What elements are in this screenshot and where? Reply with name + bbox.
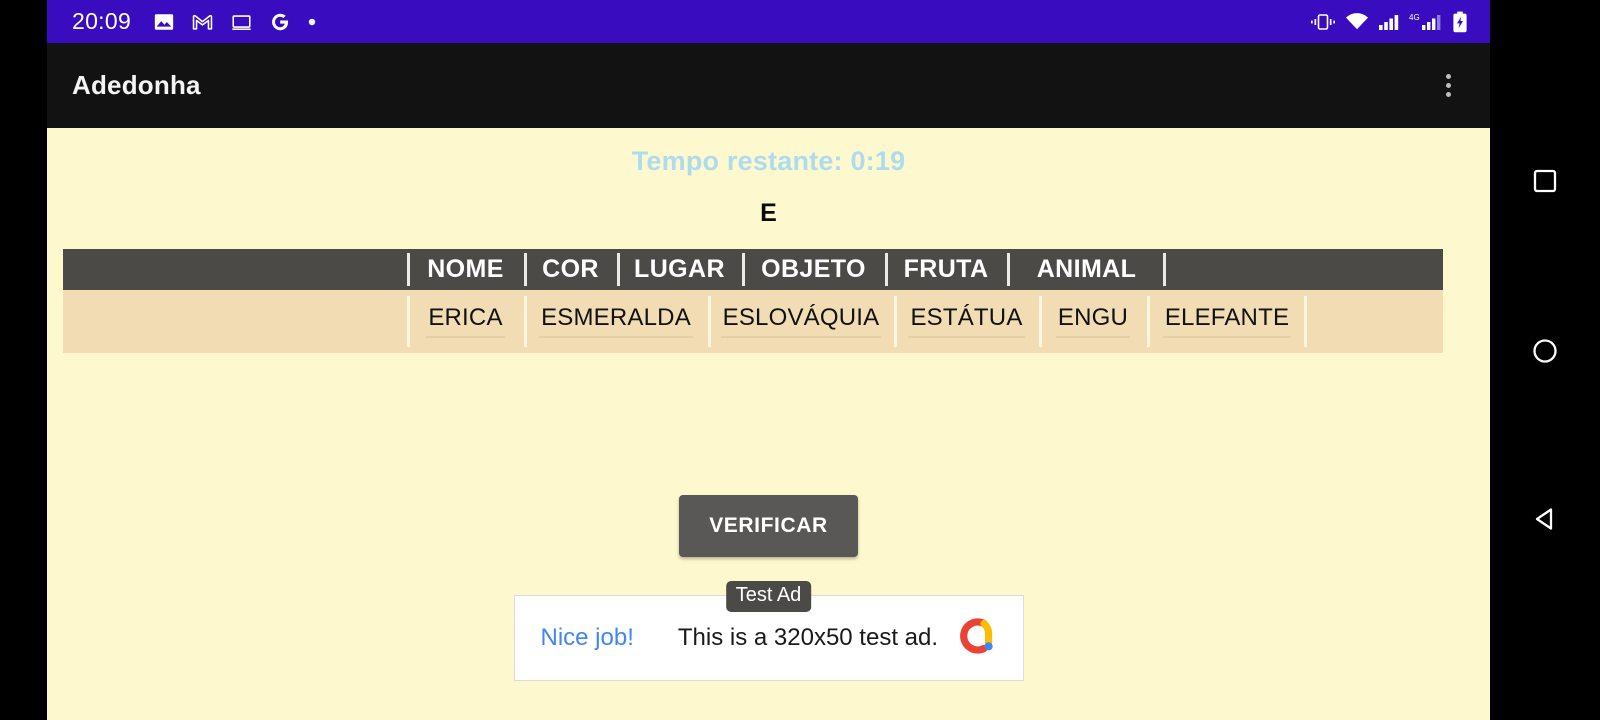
svg-text:4G: 4G xyxy=(1409,13,1420,22)
ad-test-badge: Test Ad xyxy=(725,581,812,612)
photos-icon xyxy=(153,11,175,33)
dot-icon xyxy=(307,17,317,27)
google-icon xyxy=(269,11,291,33)
gmail-icon xyxy=(191,11,214,33)
timer-label: Tempo restante: 0:19 xyxy=(631,146,906,176)
answer-input-animal[interactable]: ELEFANTE xyxy=(1162,304,1292,339)
column-header-lugar: LUGAR xyxy=(617,249,742,290)
ad-body-text: This is a 320x50 test ad. xyxy=(677,624,939,651)
table-input-row: ERICA ESMERALDA ESLOVÁQUIA ESTÁTUA ENGU … xyxy=(63,290,1443,353)
overflow-dot xyxy=(1445,83,1451,88)
answer-input-objeto[interactable]: ESTÁTUA xyxy=(908,304,1025,339)
recents-button[interactable] xyxy=(1532,168,1558,199)
verify-button[interactable]: VERIFICAR xyxy=(679,495,858,557)
column-header-animal: ANIMAL xyxy=(1007,249,1166,290)
system-navigation-bar xyxy=(1490,0,1600,720)
answer-cell-nome[interactable]: ERICA xyxy=(407,290,524,353)
answer-input-lugar[interactable]: ESLOVÁQUIA xyxy=(720,304,882,339)
answer-cell-lugar[interactable]: ESLOVÁQUIA xyxy=(708,290,894,353)
status-bar: 20:09 4G xyxy=(47,0,1490,43)
answer-input-nome[interactable]: ERICA xyxy=(426,304,505,339)
answer-cell-objeto[interactable]: ESTÁTUA xyxy=(894,290,1039,353)
phone-screen: 20:09 4G Adedonha Tempo restante: 0:19 E… xyxy=(47,0,1490,720)
game-content: Tempo restante: 0:19 E NOME COR LUGAR OB… xyxy=(47,128,1490,720)
status-bar-system-icons: 4G xyxy=(1310,11,1468,33)
home-button[interactable] xyxy=(1531,337,1559,370)
answer-input-fruta[interactable]: ENGU xyxy=(1055,304,1131,339)
admob-logo-icon xyxy=(953,613,999,664)
column-header-fruta: FRUTA xyxy=(885,249,1007,290)
table-header-row: NOME COR LUGAR OBJETO FRUTA ANIMAL xyxy=(63,249,1443,290)
signal-icon xyxy=(1378,12,1400,32)
answer-cell-cor[interactable]: ESMERALDA xyxy=(524,290,708,353)
vibrate-icon xyxy=(1310,12,1336,32)
status-bar-clock: 20:09 xyxy=(72,8,132,34)
overflow-menu-icon[interactable] xyxy=(1426,64,1470,108)
answer-input-cor[interactable]: ESMERALDA xyxy=(539,304,693,339)
column-header-objeto: OBJETO xyxy=(742,249,885,290)
status-bar-notification-icons xyxy=(153,11,317,33)
desktop-icon xyxy=(230,11,253,33)
battery-charging-icon xyxy=(1452,11,1468,33)
answer-cell-fruta[interactable]: ENGU xyxy=(1039,290,1147,353)
back-button[interactable] xyxy=(1531,505,1559,538)
answer-cell-animal[interactable]: ELEFANTE xyxy=(1147,290,1307,353)
overflow-dot xyxy=(1445,74,1451,79)
verify-button-container: VERIFICAR xyxy=(47,495,1490,557)
app-title: Adedonha xyxy=(72,70,201,100)
column-header-nome: NOME xyxy=(407,249,524,290)
overflow-dot xyxy=(1445,92,1451,97)
ad-container: Test Ad Nice job! This is a 320x50 test … xyxy=(47,581,1490,681)
current-letter: E xyxy=(760,199,777,227)
column-header-cor: COR xyxy=(524,249,617,290)
ad-banner[interactable]: Test Ad Nice job! This is a 320x50 test … xyxy=(513,581,1024,681)
game-table: NOME COR LUGAR OBJETO FRUTA ANIMAL ERICA… xyxy=(63,249,1443,353)
wifi-icon xyxy=(1345,12,1369,32)
mobile-network-4g-icon: 4G xyxy=(1409,12,1443,32)
app-bar: Adedonha xyxy=(47,43,1490,128)
ad-cta-link[interactable]: Nice job! xyxy=(541,624,634,652)
